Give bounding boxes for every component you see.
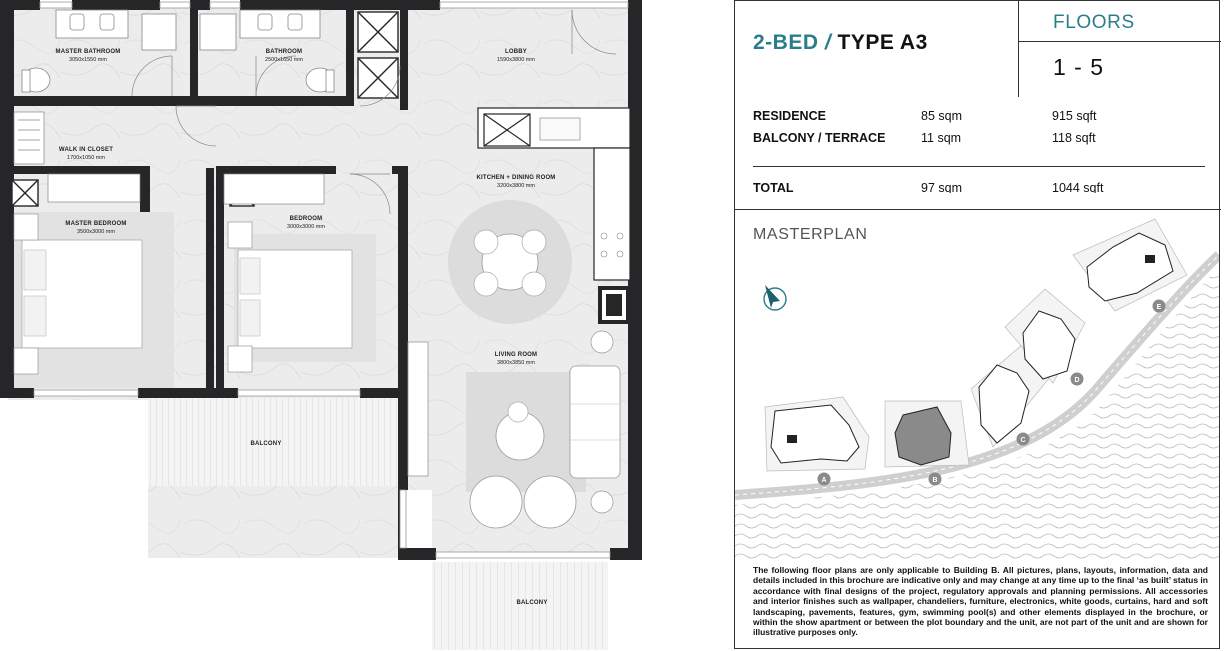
label-bedroom: BEDROOM (290, 216, 323, 222)
area-sqft-residence: 915 sqft (1052, 109, 1097, 123)
label-balcony: BALCONY (250, 441, 281, 447)
building-letter-c: C (1020, 437, 1025, 444)
total-label: TOTAL (753, 181, 794, 193)
north-arrow-icon (763, 285, 787, 311)
dim-bedroom: 3000x3000 mm (287, 224, 325, 230)
label-balcony-lower: BALCONY (516, 600, 547, 606)
building-letter-a: A (821, 477, 826, 484)
area-sqm-residence: 85 sqm (921, 109, 962, 123)
total-sqft: 1044 sqft (1052, 181, 1104, 193)
building-a-marker (787, 435, 797, 443)
total-sqm: 97 sqm (921, 181, 962, 193)
balcony-deck-lower (432, 562, 608, 650)
floors-divider (1018, 41, 1221, 42)
total-divider (753, 166, 1205, 167)
dim-master-bathroom: 3050x1550 mm (69, 57, 107, 63)
unit-type-title: 2-BED / TYPE A3 (753, 31, 928, 55)
building-letter-b: B (932, 477, 937, 484)
area-sqm-balcony: 11 sqm (921, 131, 962, 145)
bedroom-bed (227, 221, 376, 373)
building-e-marker (1145, 255, 1155, 263)
total-row: TOTAL 97 sqm 1044 sqft (735, 177, 1221, 193)
label-master-bedroom: MASTER BEDROOM (65, 221, 126, 227)
unit-bedrooms: 2-BED (753, 31, 819, 54)
label-lobby: LOBBY (505, 49, 527, 55)
master-bed (13, 212, 174, 388)
building-letter-e: E (1157, 304, 1162, 311)
title-separator: / (818, 31, 838, 54)
label-kitchen-dining: KITCHEN + DINING ROOM (476, 175, 555, 181)
dim-living-room: 3800x3850 mm (497, 360, 535, 366)
dim-master-bedroom: 3500x3000 mm (77, 229, 115, 235)
unit-info-panel: 2-BED / TYPE A3 FLOORS 1 - 5 RESIDENCE 8… (734, 0, 1221, 649)
dim-lobby: 1590x3800 mm (497, 57, 535, 63)
dim-kitchen-dining: 3200x3800 mm (497, 183, 535, 189)
label-master-bathroom: MASTER BATHROOM (56, 49, 121, 55)
floors-value: 1 - 5 (1053, 54, 1105, 80)
masterplan-map: A B C D E (735, 218, 1219, 561)
dining-table (448, 200, 572, 324)
label-living-room: LIVING ROOM (495, 352, 538, 358)
area-label-residence: RESIDENCE (753, 109, 826, 123)
floor-plan: MASTER BATHROOM 3050x1550 mm BATHROOM 25… (0, 0, 642, 651)
label-bathroom: BATHROOM (266, 49, 302, 55)
area-label-balcony: BALCONY / TERRACE (753, 131, 886, 145)
area-sqft-balcony: 118 sqft (1052, 131, 1096, 145)
dim-walk-in-closet: 1700x1050 mm (67, 155, 105, 161)
building-letter-d: D (1074, 377, 1079, 384)
unit-type: TYPE A3 (837, 31, 928, 54)
masterplan-divider (735, 209, 1221, 210)
disclaimer-text: The following floor plans are only appli… (753, 565, 1208, 638)
floors-label: FLOORS (1053, 12, 1135, 33)
unit-title-area: 2-BED / TYPE A3 (735, 1, 1018, 97)
dim-bathroom: 2500x1650 mm (265, 57, 303, 63)
label-walk-in-closet: WALK IN CLOSET (59, 147, 113, 153)
